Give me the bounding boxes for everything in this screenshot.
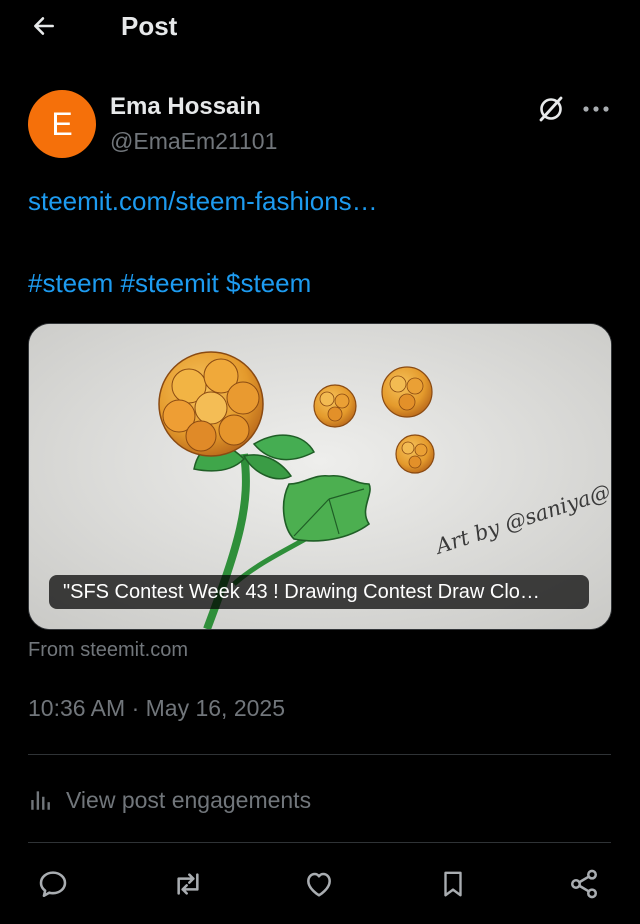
page-title: Post bbox=[121, 11, 178, 41]
card-caption: "SFS Contest Week 43 ! Drawing Contest D… bbox=[49, 575, 589, 609]
share-icon bbox=[571, 869, 597, 899]
avatar[interactable]: E bbox=[28, 90, 96, 158]
post-link[interactable]: steemit.com/steem-fashions… bbox=[28, 184, 378, 218]
post-detail-page: Post E Ema Hossain @EmaEm21101 steemit.c… bbox=[0, 0, 640, 924]
share-button[interactable] bbox=[566, 866, 602, 902]
cashtag-steem[interactable]: $steem bbox=[226, 268, 311, 298]
repost-icon bbox=[177, 873, 199, 895]
author-handle[interactable]: @EmaEm21101 bbox=[110, 126, 277, 156]
post-timestamp[interactable]: 10:36 AM · May 16, 2025 bbox=[28, 692, 285, 724]
more-horizontal-icon bbox=[583, 106, 609, 112]
header-bar: Post bbox=[0, 0, 640, 52]
author-name[interactable]: Ema Hossain bbox=[110, 92, 261, 122]
more-options-button[interactable] bbox=[580, 94, 612, 124]
bookmark-icon bbox=[444, 871, 462, 897]
engagements-label: View post engagements bbox=[66, 786, 312, 813]
hashtag-steemit[interactable]: #steemit bbox=[121, 268, 219, 298]
hashtags: #steem #steemit $steem bbox=[28, 266, 311, 300]
divider bbox=[28, 842, 611, 843]
from-source-link[interactable]: From steemit.com bbox=[28, 637, 188, 663]
divider bbox=[28, 754, 611, 755]
bar-chart-icon bbox=[31, 791, 50, 810]
link-preview-card[interactable]: Art by @saniya@ "SFS Contest Week 43 ! D… bbox=[28, 323, 612, 630]
view-engagements-button[interactable]: View post engagements bbox=[28, 783, 311, 817]
arrow-left-icon bbox=[34, 17, 54, 35]
reply-button[interactable] bbox=[35, 866, 71, 902]
heart-icon bbox=[307, 872, 331, 897]
hashtag-steem[interactable]: #steem bbox=[28, 268, 113, 298]
bookmark-button[interactable] bbox=[435, 866, 471, 902]
grok-icon bbox=[539, 96, 563, 122]
like-button[interactable] bbox=[301, 866, 337, 902]
back-button[interactable] bbox=[28, 10, 60, 42]
avatar-letter: E bbox=[51, 105, 73, 142]
grok-button[interactable] bbox=[536, 94, 566, 124]
reply-icon bbox=[39, 871, 67, 897]
repost-button[interactable] bbox=[170, 866, 206, 902]
